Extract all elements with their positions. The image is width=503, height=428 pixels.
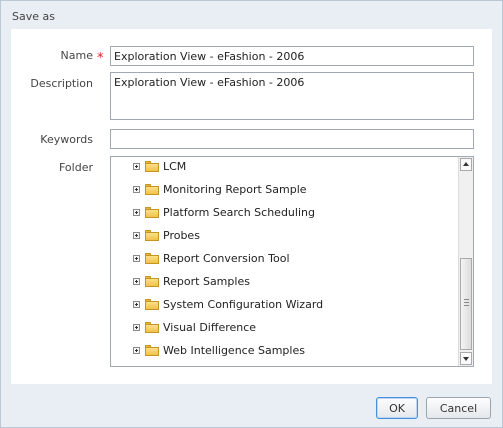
cancel-button[interactable]: Cancel [426,397,491,419]
folder-item-web-intelligence-samples[interactable]: Web Intelligence Samples [133,341,305,359]
folder-item-label: Report Conversion Tool [163,251,290,265]
folder-item-system-configuration-wizard[interactable]: System Configuration Wizard [133,295,323,313]
description-label: Description [30,77,93,90]
folder-item-lcm[interactable]: LCM [133,157,186,175]
folder-item-report-conversion-tool[interactable]: Report Conversion Tool [133,249,290,267]
plus-icon[interactable] [133,277,140,285]
folder-item-platform-search-scheduling[interactable]: Platform Search Scheduling [133,203,315,221]
folder-item-label: Probes [163,228,200,242]
folder-item-label: Report Samples [163,274,250,288]
folder-item-label: Web Intelligence Samples [163,343,305,357]
folder-item-visual-difference[interactable]: Visual Difference [133,318,256,336]
form-panel: Name * Description Exploration View - eF… [11,29,492,384]
scroll-up-button[interactable] [460,158,472,171]
scroll-thumb[interactable] [460,258,472,350]
plus-icon[interactable] [133,185,140,193]
folder-icon [145,321,159,333]
folder-item-monitoring-report-sample[interactable]: Monitoring Report Sample [133,180,307,198]
ok-button[interactable]: OK [376,397,418,419]
keywords-label: Keywords [40,133,93,146]
plus-icon[interactable] [133,162,140,170]
folder-scrollbar[interactable] [458,157,473,366]
folder-icon [145,298,159,310]
folder-icon [145,275,159,287]
folder-icon [145,183,159,195]
grip-line [464,305,469,306]
folder-item-label: Platform Search Scheduling [163,205,315,219]
folder-icon [145,229,159,241]
plus-icon[interactable] [133,208,140,216]
folder-icon [145,160,159,172]
grip-line [464,302,469,303]
folder-item-label: System Configuration Wizard [163,297,324,311]
required-marker: * [97,51,104,66]
plus-icon[interactable] [133,346,140,354]
grip-line [464,299,469,300]
folder-icon [145,252,159,264]
folder-tree[interactable]: LCM Monitoring Report Sample Platform Se… [110,156,474,367]
save-as-dialog: Save as Name * Description Exploration V… [0,0,503,428]
folder-item-label: LCM [163,159,187,173]
name-label: Name [60,49,93,62]
description-input[interactable]: Exploration View - eFashion - 2006 [110,72,474,120]
plus-icon[interactable] [133,254,140,262]
folder-label: Folder [59,161,93,174]
arrow-down-icon [463,357,469,361]
scroll-down-button[interactable] [460,352,472,365]
plus-icon[interactable] [133,300,140,308]
plus-icon[interactable] [133,323,140,331]
dialog-title: Save as [12,10,55,23]
arrow-up-icon [463,162,469,166]
folder-item-probes[interactable]: Probes [133,226,200,244]
folder-item-report-samples[interactable]: Report Samples [133,272,250,290]
folder-item-label: Visual Difference [163,320,257,334]
folder-icon [145,344,159,356]
keywords-input[interactable] [110,129,474,149]
folder-item-label: Monitoring Report Sample [163,182,307,196]
name-input[interactable] [110,46,474,66]
plus-icon[interactable] [133,231,140,239]
folder-icon [145,206,159,218]
